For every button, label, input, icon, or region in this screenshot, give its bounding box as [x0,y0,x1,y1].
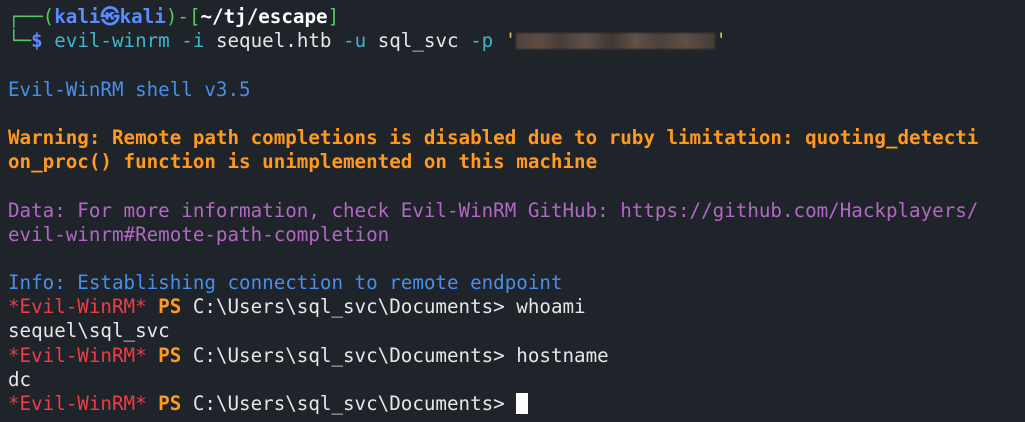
session-command: hostname [516,343,609,367]
session-prompt-line-active[interactable]: *Evil-WinRM* PS C:\Users\sql_svc\Documen… [8,392,1025,416]
warning-text-line-2: on_proc() function is unimplemented on t… [8,150,598,174]
command-user-arg: sql_svc [366,29,459,53]
command-line: └─$ evil-winrm -i sequel.htb -u sql_svc … [8,29,1025,53]
session-marker: *Evil-WinRM* [8,295,147,319]
info-text: Info: Establishing connection to remote … [8,271,563,295]
command-program: evil-winrm [54,29,170,53]
session-command: whoami [516,295,586,319]
data-text-line-1: Data: For more information, check Evil-W… [8,198,979,222]
command-host-arg: sequel.htb [204,29,332,53]
prompt-at-icon: ㉿ [100,5,120,28]
ps-label: PS [146,392,182,415]
prompt-cwd: ~/tj/escape [200,5,328,28]
warning-text-line-1: Warning: Remote path completions is disa… [8,125,979,149]
command-flag-p: -p [458,29,494,53]
session-marker: *Evil-WinRM* [8,343,147,367]
winrm-version-text: Evil-WinRM shell v3.5 [8,77,251,101]
prompt-close-bracket: ] [327,5,340,28]
session-path: C:\Users\sql_svc\Documents> [181,343,517,367]
session-path: C:\Users\sql_svc\Documents> [181,392,517,415]
prompt-user: kali [54,5,101,28]
ps-label: PS [146,295,182,319]
ps-label: PS [146,343,182,367]
prompt-host: kali [119,5,166,28]
prompt-box-bottom: └─ [8,29,32,53]
session-path: C:\Users\sql_svc\Documents> [181,295,517,319]
command-output: dc [8,367,32,391]
command-quote-close: ' [715,29,727,53]
session-prompt-line: *Evil-WinRM* PS C:\Users\sql_svc\Documen… [8,344,1025,368]
prompt-dollar: $ [31,29,55,53]
command-flag-i: -i [169,29,205,53]
command-quote-open: ' [493,29,517,53]
session-prompt-line: *Evil-WinRM* PS C:\Users\sql_svc\Documen… [8,295,1025,319]
prompt-header-line: ┌──(kali㉿kali)-[~/tj/escape] [8,5,1025,29]
prompt-box-top: ┌──( [8,5,55,28]
session-marker: *Evil-WinRM* [8,392,147,415]
redacted-password [516,33,716,50]
prompt-separator: )-[ [165,5,201,28]
command-output: sequel\sql_svc [8,319,170,343]
data-text-line-2: evil-winrm#Remote-path-completion [8,222,390,246]
command-flag-u: -u [331,29,367,53]
terminal-window[interactable]: ┌──(kali㉿kali)-[~/tj/escape] └─$ evil-wi… [0,0,1025,422]
text-cursor[interactable] [516,393,529,414]
